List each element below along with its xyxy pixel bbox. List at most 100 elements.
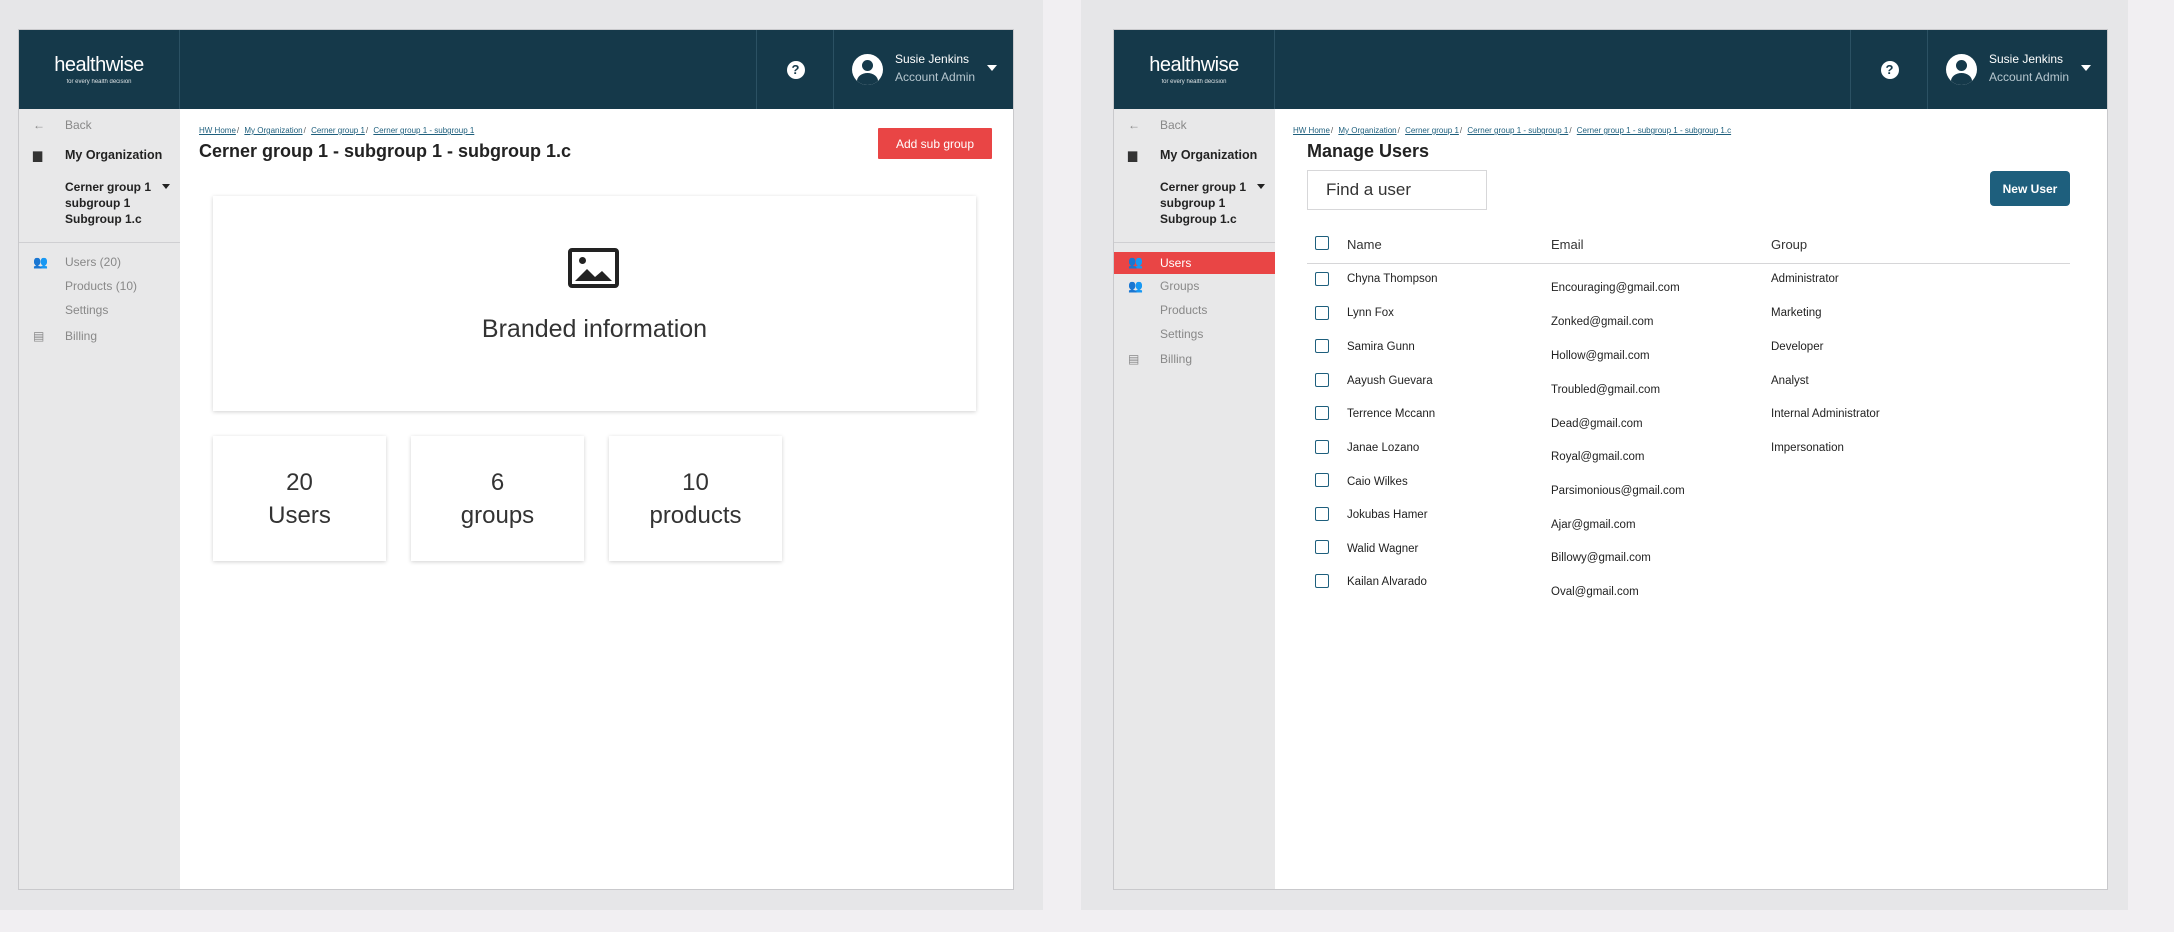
sidebar-item-users[interactable]: 👥 Users (20) [19,255,180,273]
sidebar-item-my-organization[interactable]: ▆ My Organization [19,148,180,166]
arrow-left-icon: ← [1128,118,1140,132]
healthwise-logo[interactable]: healthwise for every health decision [1114,30,1275,109]
user-name-cell: Kailan Alvarado [1347,576,1427,588]
sidebar-item-groups[interactable]: 👥 Groups [1114,279,1275,297]
sidebar-item-billing[interactable]: ▤ Billing [19,329,180,347]
breadcrumb-link[interactable]: Cerner group 1 [1405,126,1459,135]
building-icon: ▆ [1128,148,1138,162]
sidebar-item-products[interactable]: Products (10) [19,279,180,297]
page-title: Cerner group 1 - subgroup 1 - subgroup 1… [199,141,572,161]
user-email-cell: Hollow@gmail.com [1551,350,1650,362]
user-role: Account Admin [895,70,976,84]
question-circle-icon: ? [1880,60,1899,79]
user-group-cell: Analyst [1771,375,1809,387]
user-menu[interactable]: Susie Jenkins Account Admin [833,30,1013,109]
header-divider [1307,263,2070,264]
user-email-cell: Ajar@gmail.com [1551,519,1636,531]
sidebar-item-settings[interactable]: Settings [19,303,180,321]
sidebar-item-billing[interactable]: ▤ Billing [1114,352,1275,370]
sidebar-item-label: Users (20) [65,255,122,269]
breadcrumb-link[interactable]: Cerner group 1 [311,126,365,135]
row-checkbox[interactable] [1315,473,1329,487]
add-sub-group-button[interactable]: Add sub group [878,128,992,159]
question-circle-icon: ? [786,60,805,79]
row-checkbox[interactable] [1315,574,1329,588]
sidebar-item-back[interactable]: ← Back [19,118,180,136]
sidebar-item-settings[interactable]: Settings [1114,327,1275,345]
stat-label: groups [460,501,535,529]
breadcrumb-link[interactable]: My Organization [244,126,302,135]
user-name-cell: Chyna Thompson [1347,273,1438,285]
subgroup-line: subgroup 1 [65,196,131,210]
user-email-cell: Troubled@gmail.com [1551,384,1661,396]
stat-card-products[interactable]: 10 products [609,436,782,561]
subgroup-line: Cerner group 1 [1160,180,1247,194]
sidebar-item-label: Users [1160,256,1192,270]
user-name-cell: Lynn Fox [1347,307,1394,319]
user-name-cell: Aayush Guevara [1347,375,1433,387]
row-checkbox[interactable] [1315,540,1329,554]
help-button[interactable]: ? [1850,30,1928,109]
sidebar-item-products[interactable]: Products [1114,303,1275,321]
user-name-cell: Janae Lozano [1347,442,1420,454]
avatar-icon [852,54,883,85]
breadcrumb-link[interactable]: HW Home [199,126,236,135]
page-title: Manage Users [1307,141,1430,161]
sidebar-item-label: Back [1160,118,1187,132]
sidebar-item-label: Products (10) [65,279,138,293]
user-name: Susie Jenkins [1989,52,2064,66]
sidebar-item-back[interactable]: ← Back [1114,118,1275,136]
column-header-name[interactable]: Name [1347,237,1382,252]
user-name-cell: Caio Wilkes [1347,476,1408,488]
user-email-cell: Encouraging@gmail.com [1551,282,1680,294]
top-bar: healthwise for every health decision ? S… [1114,30,2107,109]
right-app-window: healthwise for every health decision ? S… [1113,29,2108,890]
stat-value: 10 [682,468,709,496]
column-header-email[interactable]: Email [1551,237,1584,252]
users-icon: 👥 [33,255,48,269]
stat-card-users[interactable]: 20 Users [213,436,386,561]
sidebar-item-my-organization[interactable]: ▆ My Organization [1114,148,1275,166]
arrow-left-icon: ← [33,118,45,132]
breadcrumb-link[interactable]: Cerner group 1 - subgroup 1 [1467,126,1568,135]
groups-icon: 👥 [1128,279,1143,293]
breadcrumb-link[interactable]: My Organization [1338,126,1396,135]
sidebar-divider [19,242,180,243]
breadcrumb-link[interactable]: Cerner group 1 - subgroup 1 [373,126,474,135]
search-input[interactable]: Find a user [1307,170,1487,210]
user-email-cell: Royal@gmail.com [1551,451,1645,463]
row-checkbox[interactable] [1315,440,1329,454]
subgroup-line: Cerner group 1 [65,180,152,194]
user-role: Account Admin [1989,70,2070,84]
user-email-cell: Oval@gmail.com [1551,586,1639,598]
user-name-cell: Walid Wagner [1347,543,1419,555]
user-menu[interactable]: Susie Jenkins Account Admin [1927,30,2107,109]
chevron-down-icon [1257,184,1265,189]
breadcrumb-link[interactable]: Cerner group 1 - subgroup 1 - subgroup 1… [1577,126,1731,135]
subgroup-line: Subgroup 1.c [65,212,142,226]
sidebar-item-users[interactable]: 👥 Users [1114,252,1275,274]
help-button[interactable]: ? [756,30,834,109]
row-checkbox[interactable] [1315,272,1329,286]
users-icon: 👥 [1128,255,1143,269]
user-name-cell: Terrence Mccann [1347,408,1436,420]
sidebar-item-label: Products [1160,303,1208,317]
user-group-cell: Developer [1771,341,1824,353]
new-user-button[interactable]: New User [1990,171,2070,206]
top-bar: healthwise for every health decision ? S… [19,30,1013,109]
user-name-cell: Samira Gunn [1347,341,1415,353]
billing-icon: ▤ [33,329,45,343]
row-checkbox[interactable] [1315,306,1329,320]
healthwise-logo[interactable]: healthwise for every health decision [19,30,180,109]
image-icon [568,248,619,288]
column-header-group[interactable]: Group [1771,237,1807,252]
stat-card-groups[interactable]: 6 groups [411,436,584,561]
breadcrumb-link[interactable]: HW Home [1293,126,1330,135]
sidebar-item-label: My Organization [65,148,163,162]
row-checkbox[interactable] [1315,339,1329,353]
row-checkbox[interactable] [1315,507,1329,521]
row-checkbox[interactable] [1315,373,1329,387]
select-all-checkbox[interactable] [1315,236,1329,250]
row-checkbox[interactable] [1315,406,1329,420]
subgroup-line: subgroup 1 [1160,196,1226,210]
